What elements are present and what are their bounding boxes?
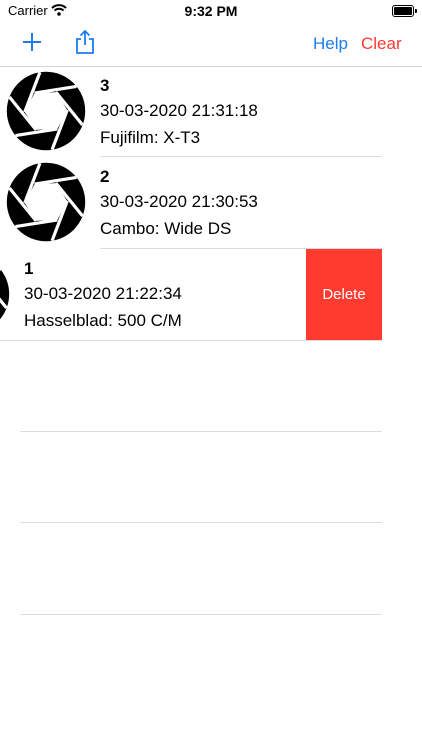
item-date: 30-03-2020 21:22:34 [24,284,182,303]
item-date: 30-03-2020 21:30:53 [100,192,258,211]
row-separator [20,614,382,615]
status-bar: Carrier 9:32 PM [0,0,422,24]
row-separator [0,340,382,341]
status-time: 9:32 PM [184,3,238,19]
aperture-icon [0,267,10,320]
toolbar: Help Clear [0,24,422,66]
share-icon[interactable] [74,29,96,60]
item-title: 1 [24,259,34,278]
aperture-icon [6,71,86,151]
plus-icon[interactable] [21,31,43,58]
list-item[interactable]: 3 30-03-2020 21:31:18 Fujifilm: X-T3 [0,66,422,157]
clear-button[interactable]: Clear [361,34,402,54]
aperture-icon [6,162,86,242]
item-title: 3 [100,76,110,95]
row-separator [20,431,382,432]
battery-icon [392,5,417,17]
item-date: 30-03-2020 21:31:18 [100,101,258,120]
help-button[interactable]: Help [313,34,348,54]
item-camera: Fujifilm: X-T3 [100,128,201,147]
item-camera: Hasselblad: 500 C/M [24,311,182,330]
row-separator [20,522,382,523]
list-item[interactable]: 2 30-03-2020 21:30:53 Cambo: Wide DS [0,157,422,248]
item-camera: Cambo: Wide DS [100,219,232,238]
item-title: 2 [100,167,110,186]
list-item-swiped[interactable]: 1 30-03-2020 21:22:34 Hasselblad: 500 C/… [0,249,422,340]
delete-button[interactable]: Delete [306,249,382,340]
